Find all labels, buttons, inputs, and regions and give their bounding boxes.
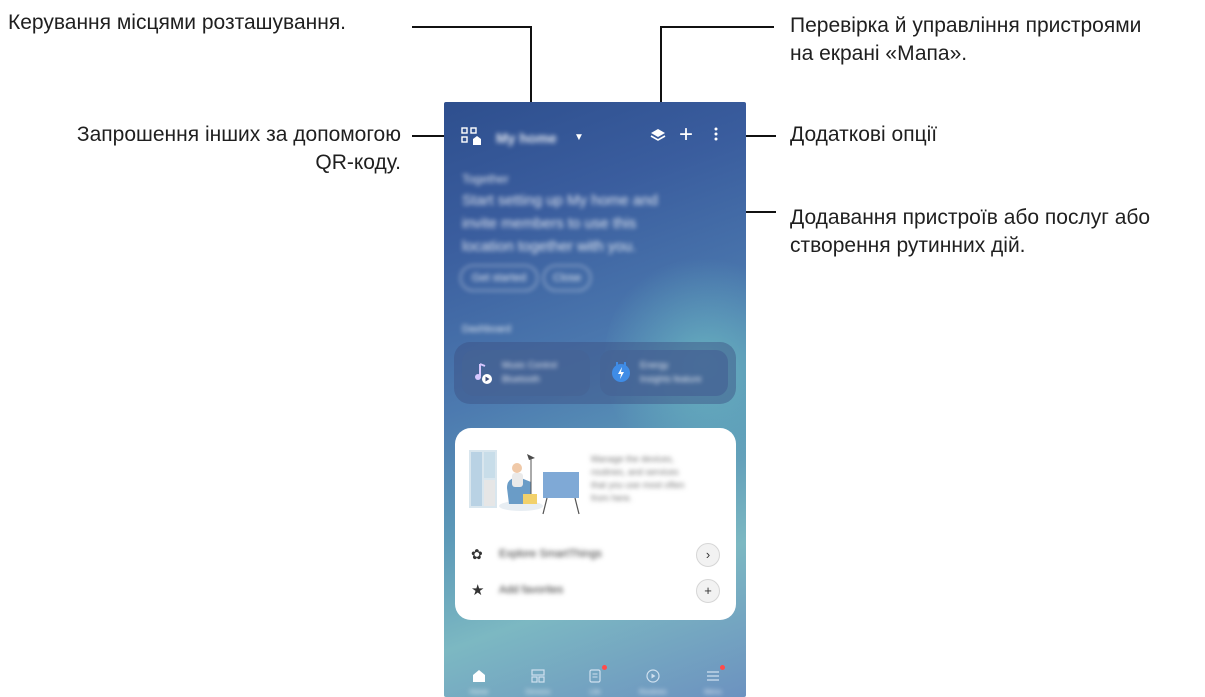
callout-invite-line2: QR-коду. [315,151,401,174]
nav-routines[interactable]: Routines [638,662,668,696]
welcome-line-3: location together with you. [462,238,637,255]
welcome-line-2: invite members to use this [462,215,637,232]
smartthings-card: Manage the devices, routines, and servic… [455,428,736,620]
favorites-panel: Music Control Bluetooth Energy Insights … [454,342,736,404]
chevron-right-icon[interactable]: › [696,543,720,567]
more-options-icon[interactable] [714,126,718,147]
add-icon[interactable]: + [679,121,693,149]
nav-home[interactable]: Home [464,662,494,696]
plus-circle-icon[interactable]: + [696,579,720,603]
phone-screen: My home ▼ + Together Start setting up My… [444,102,746,697]
nav-home-label: Home [469,689,489,696]
explore-label: Explore SmartThings [499,548,602,560]
leader-line-map-h [660,26,774,28]
music-card-subtitle: Bluetooth [502,374,541,384]
nav-routines-label: Routines [639,689,667,696]
smartthings-icon: ✿ [471,546,483,562]
callout-add-line1: Додавання пристроїв або послуг або [790,206,1151,229]
star-icon: ★ [471,582,485,599]
close-button[interactable]: Close [543,265,591,291]
home-icon [473,670,485,682]
card-text-line-3: that you use most often [591,480,685,490]
room-illustration [469,446,591,521]
qr-invite-icon[interactable] [461,127,483,152]
callout-add: Додавання пристроїв або послуг або створ… [790,205,1150,259]
callout-map-line2: на екрані «Мапа». [790,42,968,65]
menu-icon [707,671,719,681]
add-favorites-label: Add favorites [499,584,564,596]
nav-devices[interactable]: Devices [523,662,553,696]
energy-card-subtitle: Insights feature [640,374,702,384]
welcome-title: Together [462,172,509,186]
get-started-button[interactable]: Get started [460,265,538,291]
nav-menu-label: Menu [704,689,722,696]
nav-life-label: Life [589,689,601,696]
callout-add-line2: створення рутинних дій. [790,234,1026,257]
leader-line-locations-h [412,26,532,28]
nav-devices-label: Devices [525,689,551,696]
menu-badge-dot [720,665,725,670]
energy-icon [610,361,632,388]
energy-card[interactable]: Energy Insights feature [600,350,728,396]
callout-invite: Запрошення інших за допомогою QR-коду. [0,122,401,176]
bottom-navigation: Home Devices Life Routines Menu [444,662,746,697]
map-icon[interactable] [650,128,666,149]
section-label: Dashboard [462,324,511,335]
callout-more: Додаткові опції [790,123,938,146]
energy-card-title: Energy [640,360,669,370]
callout-map-line1: Перевірка й управління пристроями [790,14,1142,37]
routines-icon [646,669,660,683]
music-control-card[interactable]: Music Control Bluetooth [462,350,590,396]
explore-item[interactable]: ✿ Explore SmartThings › [455,540,736,570]
welcome-line-1: Start setting up My home and [462,192,658,209]
life-icon [589,669,601,683]
life-badge-dot [602,665,607,670]
chevron-down-icon[interactable]: ▼ [574,132,584,143]
nav-menu[interactable]: Menu [698,662,728,696]
callout-invite-line1: Запрошення інших за допомогою [76,123,401,146]
callout-map: Перевірка й управління пристроями на екр… [790,13,1141,67]
music-icon [472,361,496,390]
card-text-line-1: Manage the devices, [591,454,675,464]
add-favorites-item[interactable]: ★ Add favorites + [455,576,736,606]
card-text-line-4: from here. [591,493,633,503]
music-card-title: Music Control [502,360,558,370]
nav-life[interactable]: Life [580,662,610,696]
card-text-line-2: routines, and services [591,467,679,477]
devices-icon [531,669,545,683]
location-name[interactable]: My home [496,130,557,146]
callout-locations: Керування місцями розташування. [8,11,347,34]
